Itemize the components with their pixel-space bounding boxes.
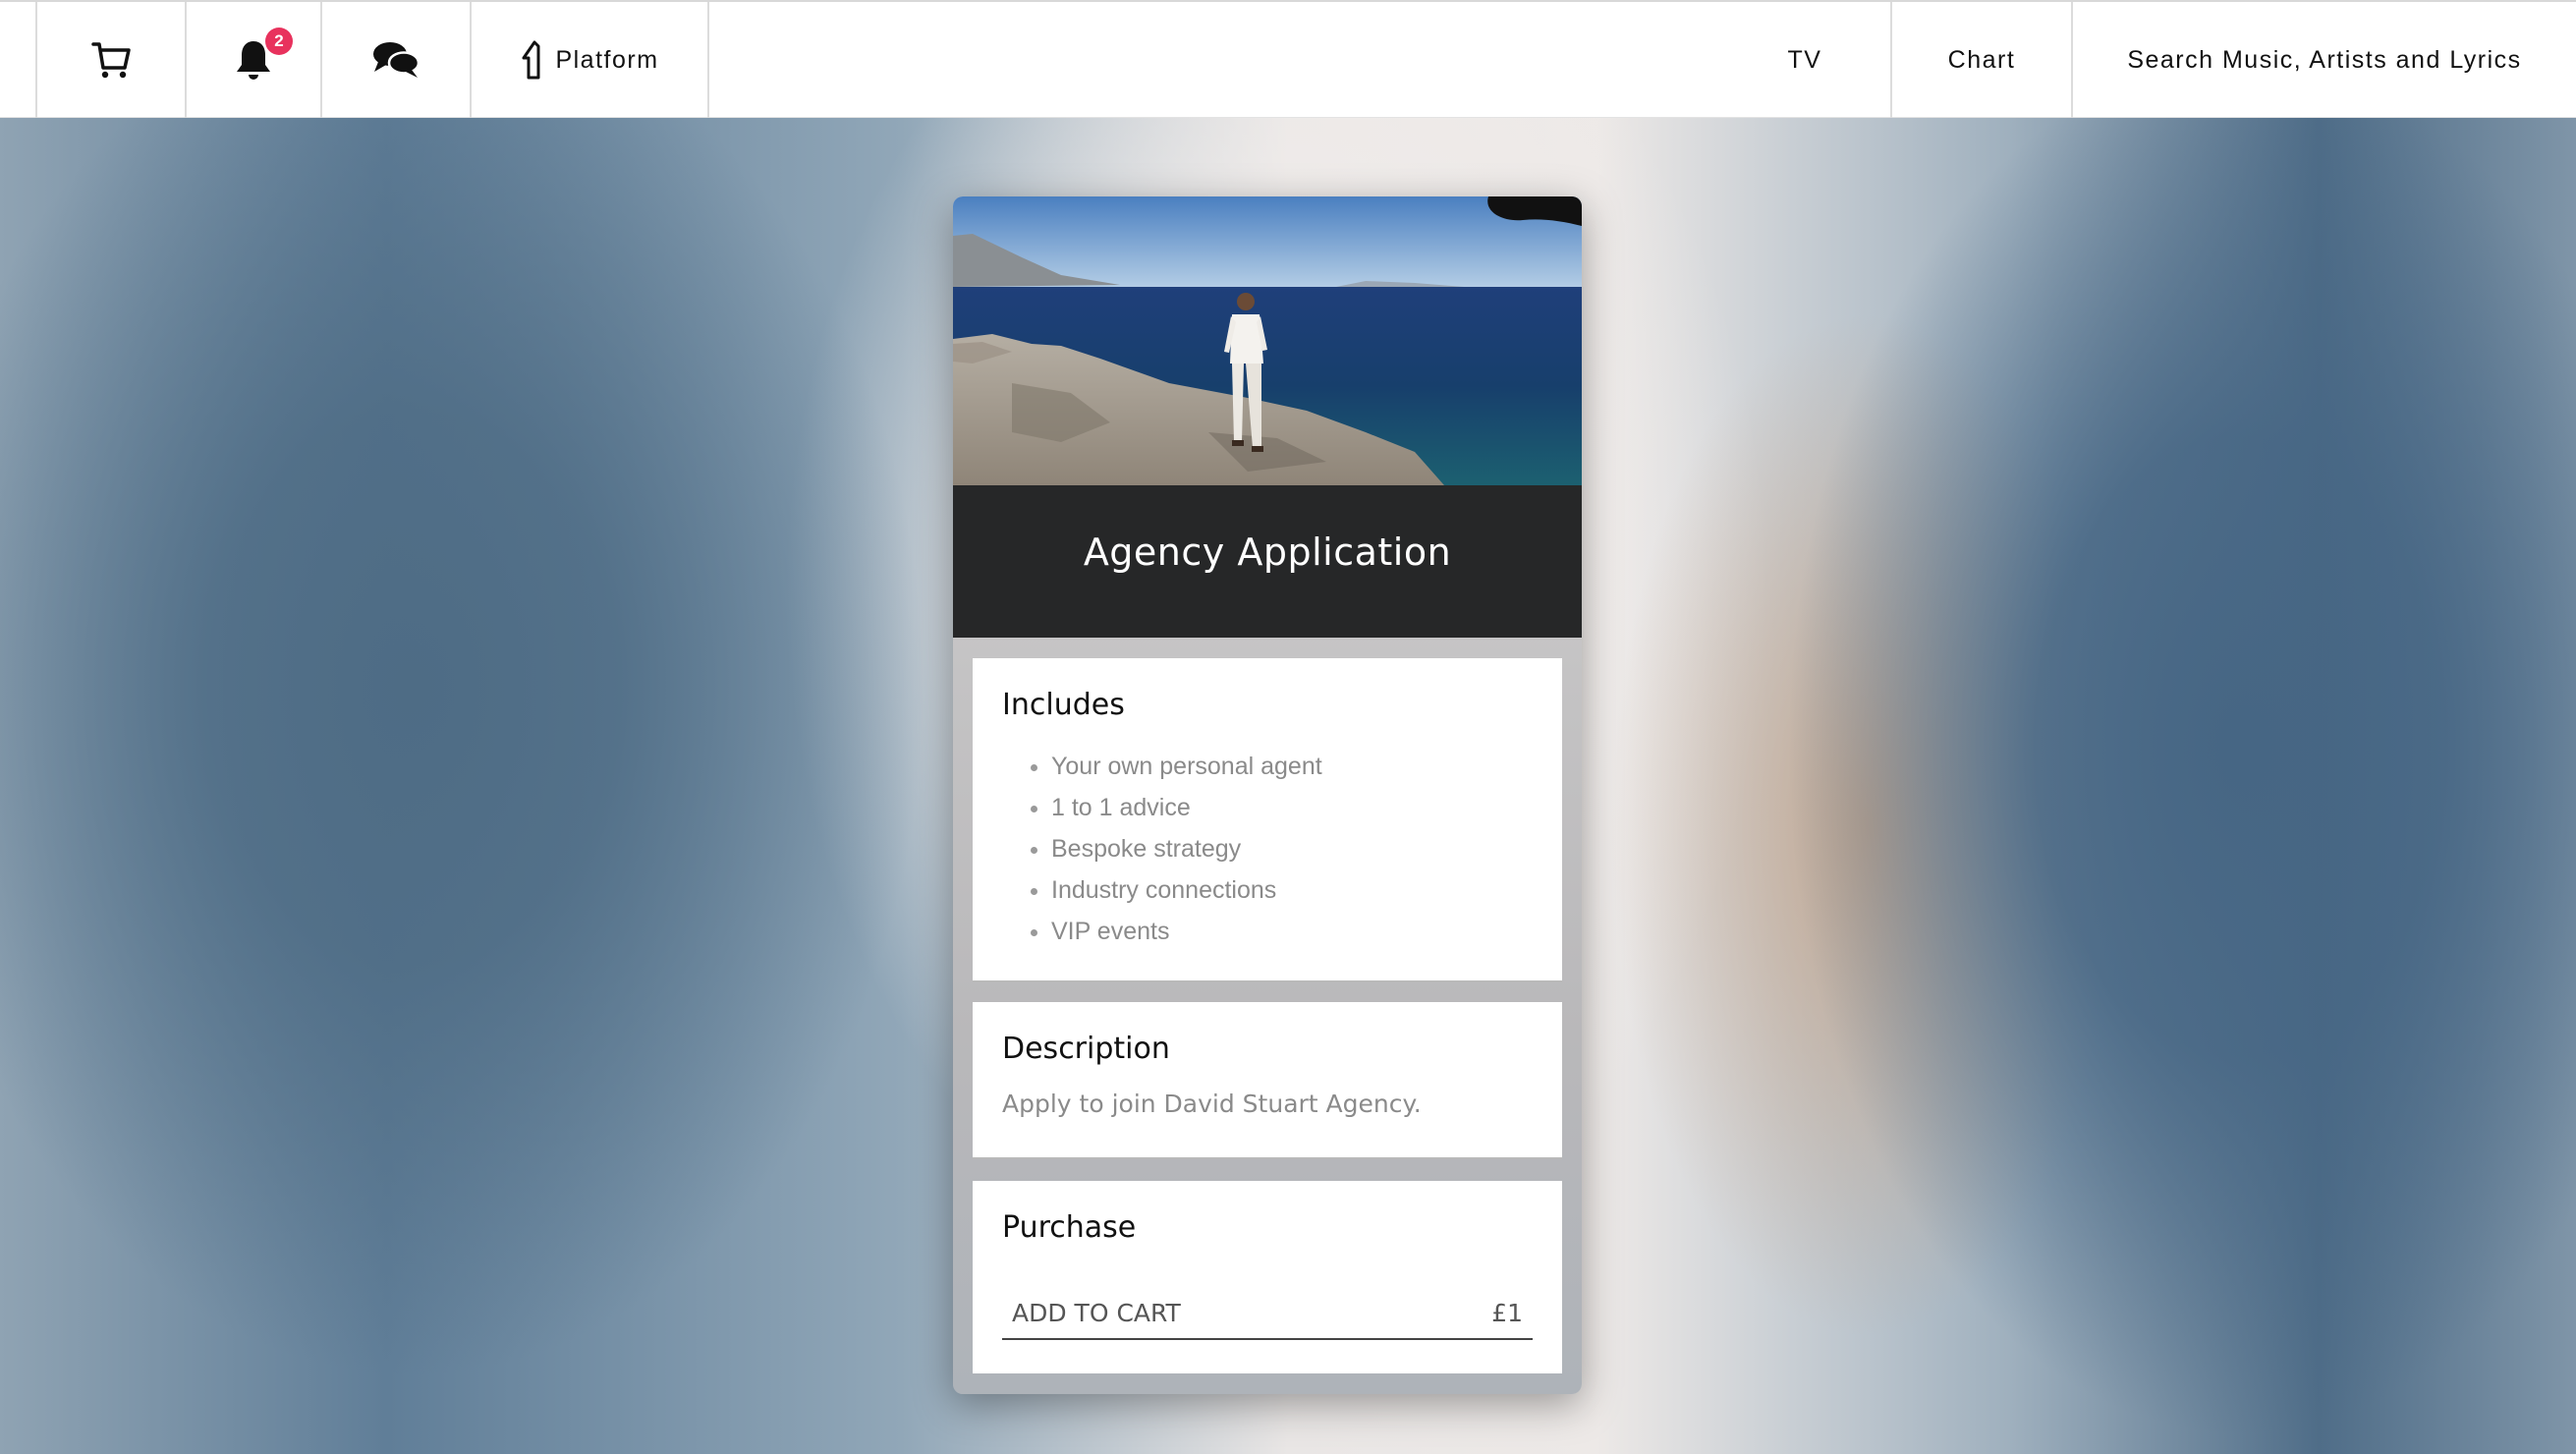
chart-label: Chart [1947,45,2016,74]
includes-panel: Includes Your own personal agent 1 to 1 … [973,658,1562,982]
includes-list: Your own personal agent 1 to 1 advice Be… [1002,746,1533,952]
description-heading: Description [1002,1032,1170,1066]
list-item: Industry connections [1051,869,1533,911]
platform-link[interactable]: Platform [470,2,709,118]
includes-heading: Includes [1002,688,1125,722]
list-item: Your own personal agent [1051,746,1533,787]
tv-label: TV [1787,45,1822,74]
price-label: £1 [1491,1298,1523,1327]
notifications-button[interactable]: 2 [185,2,320,118]
product-card: Agency Application Includes Your own per… [953,196,1582,1394]
top-navbar: 2 Platform TV Chart Search Music, Artist… [0,0,2576,118]
search-label: Search Music, Artists and Lyrics [2127,45,2522,74]
product-hero-image [953,196,1582,485]
search-button[interactable]: Search Music, Artists and Lyrics [2073,2,2576,118]
cart-button[interactable] [35,2,185,118]
tv-link[interactable]: TV [1719,2,1892,118]
list-item: 1 to 1 advice [1051,787,1533,828]
cart-icon [91,42,131,79]
chart-link[interactable]: Chart [1892,2,2073,118]
notification-badge: 2 [265,28,293,55]
list-item: VIP events [1051,911,1533,952]
purchase-heading: Purchase [1002,1210,1137,1245]
add-to-cart-button[interactable]: ADD TO CART £1 [1002,1287,1533,1340]
description-text: Apply to join David Stuart Agency. [1002,1090,1422,1118]
description-panel: Description Apply to join David Stuart A… [973,1002,1562,1159]
chat-icon [373,42,420,78]
product-title-bar: Agency Application [953,485,1582,638]
purchase-panel: Purchase ADD TO CART £1 [973,1181,1562,1373]
list-item: Bespoke strategy [1051,828,1533,869]
platform-logo-icon [522,40,540,80]
messages-button[interactable] [320,2,470,118]
add-to-cart-label: ADD TO CART [1012,1298,1181,1327]
product-title: Agency Application [1083,530,1452,574]
platform-label: Platform [555,45,659,74]
